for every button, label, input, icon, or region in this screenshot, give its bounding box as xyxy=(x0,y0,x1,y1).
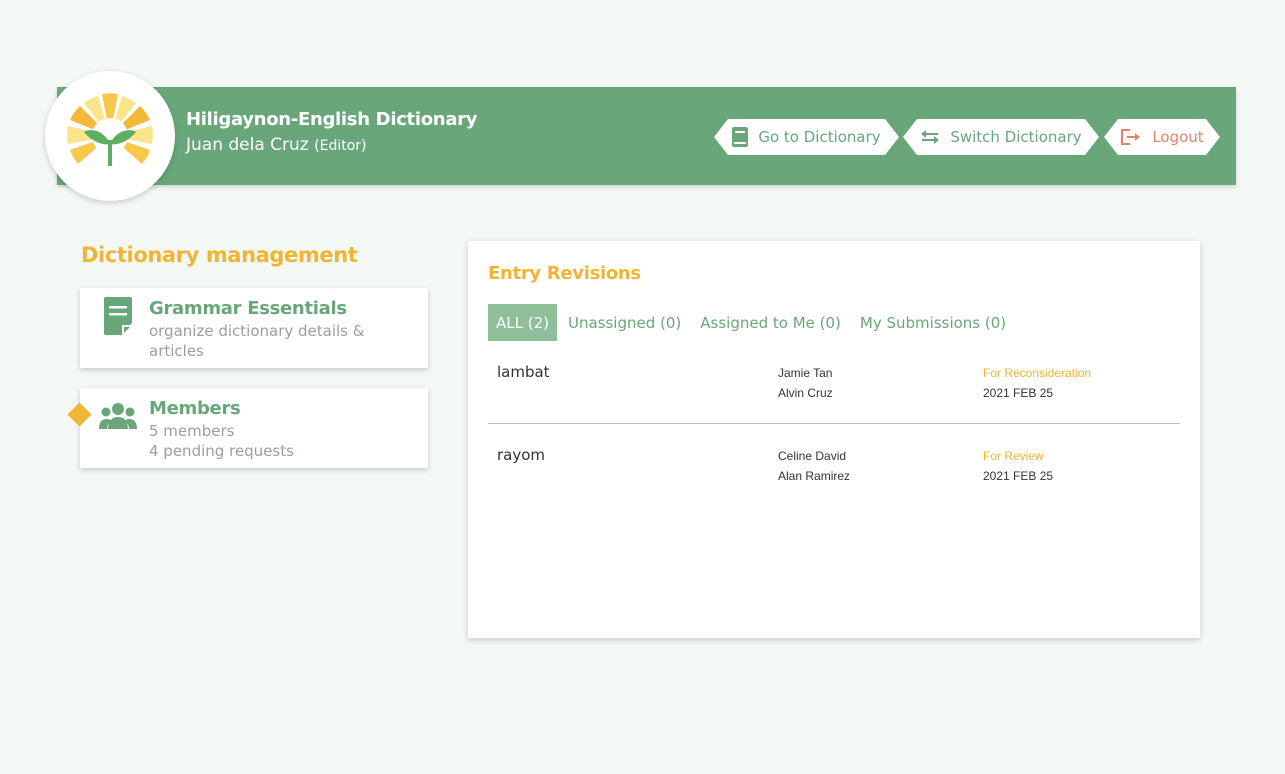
revision-tabs: ALL (2) Unassigned (0) Assigned to Me (0… xyxy=(488,304,1017,341)
grammar-essentials-desc: organize dictionary details & articles xyxy=(149,322,365,360)
go-to-dictionary-button[interactable]: Go to Dictionary xyxy=(714,119,899,155)
entry-date: 2021 FEB 25 xyxy=(983,386,1054,400)
grammar-essentials-title: Grammar Essentials xyxy=(149,298,347,319)
row-divider xyxy=(488,423,1180,424)
logout-button[interactable]: Logout xyxy=(1104,119,1220,155)
switch-dictionary-label: Switch Dictionary xyxy=(950,128,1082,146)
logo[interactable] xyxy=(45,71,175,201)
entry-status: For Review xyxy=(983,449,1044,463)
sidebar-title: Dictionary management xyxy=(81,243,358,267)
members-count: 5 members xyxy=(149,422,235,440)
user-name: Juan dela Cruz xyxy=(186,135,309,155)
entry-revisions-panel: Entry Revisions ALL (2) Unassigned (0) A… xyxy=(468,241,1200,638)
tab-assigned-to-me[interactable]: Assigned to Me (0) xyxy=(692,304,849,341)
go-to-dictionary-label: Go to Dictionary xyxy=(758,128,881,146)
app-title: Hiligaynon-English Dictionary xyxy=(186,109,478,130)
entry-author: Celine David xyxy=(778,449,847,463)
entry-author: Jamie Tan xyxy=(778,366,833,380)
entry-word[interactable]: lambat xyxy=(497,363,550,381)
members-card[interactable]: Members 5 members 4 pending requests xyxy=(80,388,428,468)
revision-row[interactable]: rayom Celine David Alan Ramirez For Revi… xyxy=(488,446,1180,516)
book-icon xyxy=(732,127,748,147)
logout-label: Logout xyxy=(1152,128,1204,146)
user-role: (Editor) xyxy=(314,138,367,154)
user-info: Juan dela Cruz (Editor) xyxy=(186,135,367,155)
entry-reviewer: Alvin Cruz xyxy=(778,386,833,400)
logo-icon xyxy=(67,93,153,166)
swap-arrows-icon xyxy=(920,129,940,145)
entry-word[interactable]: rayom xyxy=(497,446,545,464)
entry-date: 2021 FEB 25 xyxy=(983,469,1054,483)
members-pending: 4 pending requests xyxy=(149,442,294,460)
members-title: Members xyxy=(149,398,241,419)
panel-title: Entry Revisions xyxy=(488,263,641,284)
tab-my-submissions[interactable]: My Submissions (0) xyxy=(852,304,1014,341)
entry-reviewer: Alan Ramirez xyxy=(778,469,851,483)
tab-unassigned[interactable]: Unassigned (0) xyxy=(560,304,689,341)
document-icon xyxy=(98,296,138,336)
members-desc: 5 members 4 pending requests xyxy=(149,421,409,461)
tab-all[interactable]: ALL (2) xyxy=(488,304,557,341)
entry-status: For Reconsideration xyxy=(983,366,1092,380)
people-icon xyxy=(98,396,138,436)
logout-icon xyxy=(1120,129,1142,145)
grammar-essentials-card[interactable]: Grammar Essentials organize dictionary d… xyxy=(80,288,428,368)
switch-dictionary-button[interactable]: Switch Dictionary xyxy=(903,119,1099,155)
